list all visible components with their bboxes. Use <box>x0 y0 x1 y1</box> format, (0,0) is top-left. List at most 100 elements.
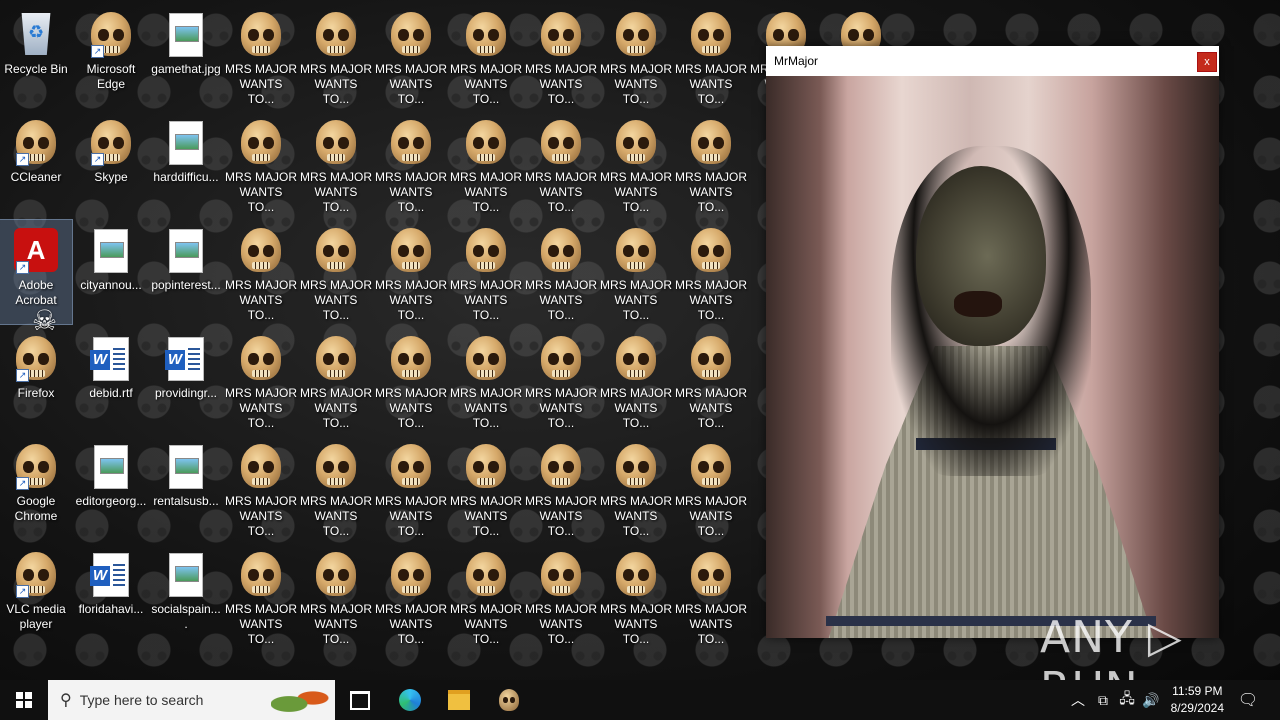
desktop-icon[interactable]: MRS MAJOR WANTS TO... <box>600 328 672 432</box>
desktop-icon[interactable]: MRS MAJOR WANTS TO... <box>600 436 672 540</box>
desktop-icon[interactable]: MRS MAJOR WANTS TO... <box>375 4 447 108</box>
desktop-icon[interactable]: MRS MAJOR WANTS TO... <box>300 436 372 540</box>
skull-icon <box>312 550 360 598</box>
skull-icon <box>612 10 660 58</box>
desktop-icon[interactable]: MRS MAJOR WANTS TO... <box>225 436 297 540</box>
desktop-icon[interactable]: Wdebid.rtf <box>75 328 147 432</box>
desktop-icon[interactable]: MRS MAJOR WANTS TO... <box>375 112 447 216</box>
desktop-icon[interactable]: MRS MAJOR WANTS TO... <box>225 4 297 108</box>
desktop-icon-label: harddifficu... <box>153 170 219 184</box>
desktop-icon[interactable]: MRS MAJOR WANTS TO... <box>300 4 372 108</box>
skull-icon <box>612 442 660 490</box>
desktop-icon[interactable]: MRS MAJOR WANTS TO... <box>600 4 672 108</box>
desktop-icon[interactable]: MRS MAJOR WANTS TO... <box>600 112 672 216</box>
desktop-icon[interactable]: MRS MAJOR WANTS TO... <box>375 436 447 540</box>
network-icon[interactable]: 🖧 <box>1115 680 1139 720</box>
skull-icon <box>387 118 435 166</box>
close-button[interactable]: x <box>1197 52 1217 72</box>
skull-icon <box>387 226 435 274</box>
desktop-icon[interactable]: editorgeorg... <box>75 436 147 540</box>
desktop-icon[interactable]: MRS MAJOR WANTS TO... <box>525 544 597 648</box>
desktop-icon[interactable]: MRS MAJOR WANTS TO... <box>525 112 597 216</box>
desktop-icon[interactable]: MRS MAJOR WANTS TO... <box>525 4 597 108</box>
popup-title: MrMajor <box>774 54 818 68</box>
taskbar-clock[interactable]: 11:59 PM 8/29/2024 <box>1171 683 1224 717</box>
desktop-icon[interactable]: MRS MAJOR WANTS TO... <box>450 544 522 648</box>
volume-icon[interactable]: 🔊 <box>1139 680 1163 720</box>
desktop-icon-label: MRS MAJOR WANTS TO... <box>450 602 522 646</box>
desktop-icon[interactable]: MRS MAJOR WANTS TO... <box>225 544 297 648</box>
desktop-icon[interactable]: rentalsusb... <box>150 436 222 540</box>
desktop-icon[interactable]: harddifficu... <box>150 112 222 216</box>
taskbar-edge-button[interactable] <box>386 680 434 720</box>
desktop-icon-label: Google Chrome <box>14 494 58 523</box>
desktop-icon[interactable]: MRS MAJOR WANTS TO... <box>525 436 597 540</box>
desktop-icon[interactable]: MRS MAJOR WANTS TO... <box>300 544 372 648</box>
desktop-icon[interactable]: MRS MAJOR WANTS TO... <box>600 220 672 324</box>
show-hidden-icons-button[interactable]: ︿ <box>1066 680 1090 720</box>
notification-center-icon[interactable]: 🗨 <box>1236 680 1260 720</box>
desktop-icon[interactable]: gamethat.jpg <box>150 4 222 108</box>
desktop-icon[interactable]: ↗ Firefox <box>0 328 72 432</box>
desktop-icon[interactable]: Wfloridahavi... <box>75 544 147 648</box>
desktop-icon[interactable]: MRS MAJOR WANTS TO... <box>600 544 672 648</box>
skull-icon <box>612 226 660 274</box>
desktop-icon[interactable]: MRS MAJOR WANTS TO... <box>525 328 597 432</box>
desktop-icon[interactable]: MRS MAJOR WANTS TO... <box>300 112 372 216</box>
image-file-icon <box>162 442 210 490</box>
image-file-icon <box>162 10 210 58</box>
desktop-icon[interactable]: ↗ Microsoft Edge <box>75 4 147 108</box>
desktop-icon[interactable]: ↗ VLC media player <box>0 544 72 648</box>
desktop-icon[interactable]: MRS MAJOR WANTS TO... <box>675 4 747 108</box>
desktop-icon[interactable]: MRS MAJOR WANTS TO... <box>375 544 447 648</box>
desktop-icon[interactable]: MRS MAJOR WANTS TO... <box>675 112 747 216</box>
task-view-button[interactable] <box>336 680 384 720</box>
taskbar-search-box[interactable]: ⚲ Type here to search <box>48 680 335 720</box>
skull-icon <box>462 442 510 490</box>
desktop-icon[interactable]: MRS MAJOR WANTS TO... <box>375 328 447 432</box>
desktop-icon-label: MRS MAJOR WANTS TO... <box>525 170 597 214</box>
desktop-icon[interactable]: ↗ Skype <box>75 112 147 216</box>
taskbar-mrmajor-button[interactable] <box>485 680 533 720</box>
desktop-icon-label: MRS MAJOR WANTS TO... <box>225 494 297 538</box>
skull-icon <box>499 689 519 711</box>
desktop-icon[interactable]: MRS MAJOR WANTS TO... <box>375 220 447 324</box>
skull-icon <box>237 226 285 274</box>
desktop-icon[interactable]: ♻ Recycle Bin <box>0 4 72 108</box>
desktop-icon-label: Microsoft Edge <box>86 62 136 91</box>
desktop-icon[interactable]: socialspain.... <box>150 544 222 648</box>
desktop-icon-label: MRS MAJOR WANTS TO... <box>375 170 447 214</box>
taskbar-file-explorer-button[interactable] <box>435 680 483 720</box>
skull-icon <box>687 550 735 598</box>
desktop-icon[interactable]: MRS MAJOR WANTS TO... <box>450 220 522 324</box>
desktop-icon[interactable]: MRS MAJOR WANTS TO... <box>525 220 597 324</box>
desktop-icon[interactable]: MRS MAJOR WANTS TO... <box>450 4 522 108</box>
desktop-icon[interactable]: MRS MAJOR WANTS TO... <box>450 436 522 540</box>
desktop-icon[interactable]: MRS MAJOR WANTS TO... <box>225 328 297 432</box>
desktop-icon[interactable]: MRS MAJOR WANTS TO... <box>675 544 747 648</box>
desktop-icon[interactable]: ↗ CCleaner <box>0 112 72 216</box>
desktop-icon-label: MRS MAJOR WANTS TO... <box>600 386 672 430</box>
desktop-icon[interactable]: ↗ Google Chrome <box>0 436 72 540</box>
desktop-icon[interactable]: MRS MAJOR WANTS TO... <box>225 220 297 324</box>
desktop-icon[interactable]: MRS MAJOR WANTS TO... <box>675 436 747 540</box>
mrmajor-popup-window[interactable]: MrMajor x <box>766 46 1219 638</box>
desktop-icon[interactable]: MRS MAJOR WANTS TO... <box>225 112 297 216</box>
popup-titlebar[interactable]: MrMajor x <box>766 46 1219 76</box>
desktop-icon-label: MRS MAJOR WANTS TO... <box>225 278 297 322</box>
desktop-icon[interactable]: Wprovidingr... <box>150 328 222 432</box>
start-button[interactable] <box>0 680 48 720</box>
desktop-icon[interactable]: popinterest... <box>150 220 222 324</box>
tray-device-icon[interactable]: ⧉ <box>1091 680 1115 720</box>
desktop-icon[interactable]: MRS MAJOR WANTS TO... <box>300 328 372 432</box>
desktop-icon[interactable]: MRS MAJOR WANTS TO... <box>450 112 522 216</box>
desktop-icon-label: MRS MAJOR WANTS TO... <box>525 386 597 430</box>
edge-icon <box>399 689 421 711</box>
skull-icon <box>612 334 660 382</box>
desktop-icon[interactable]: cityannou... <box>75 220 147 324</box>
desktop-icon[interactable]: MRS MAJOR WANTS TO... <box>675 220 747 324</box>
desktop-icon[interactable]: MRS MAJOR WANTS TO... <box>675 328 747 432</box>
search-icon: ⚲ <box>60 692 72 709</box>
desktop-icon[interactable]: MRS MAJOR WANTS TO... <box>300 220 372 324</box>
desktop-icon[interactable]: MRS MAJOR WANTS TO... <box>450 328 522 432</box>
